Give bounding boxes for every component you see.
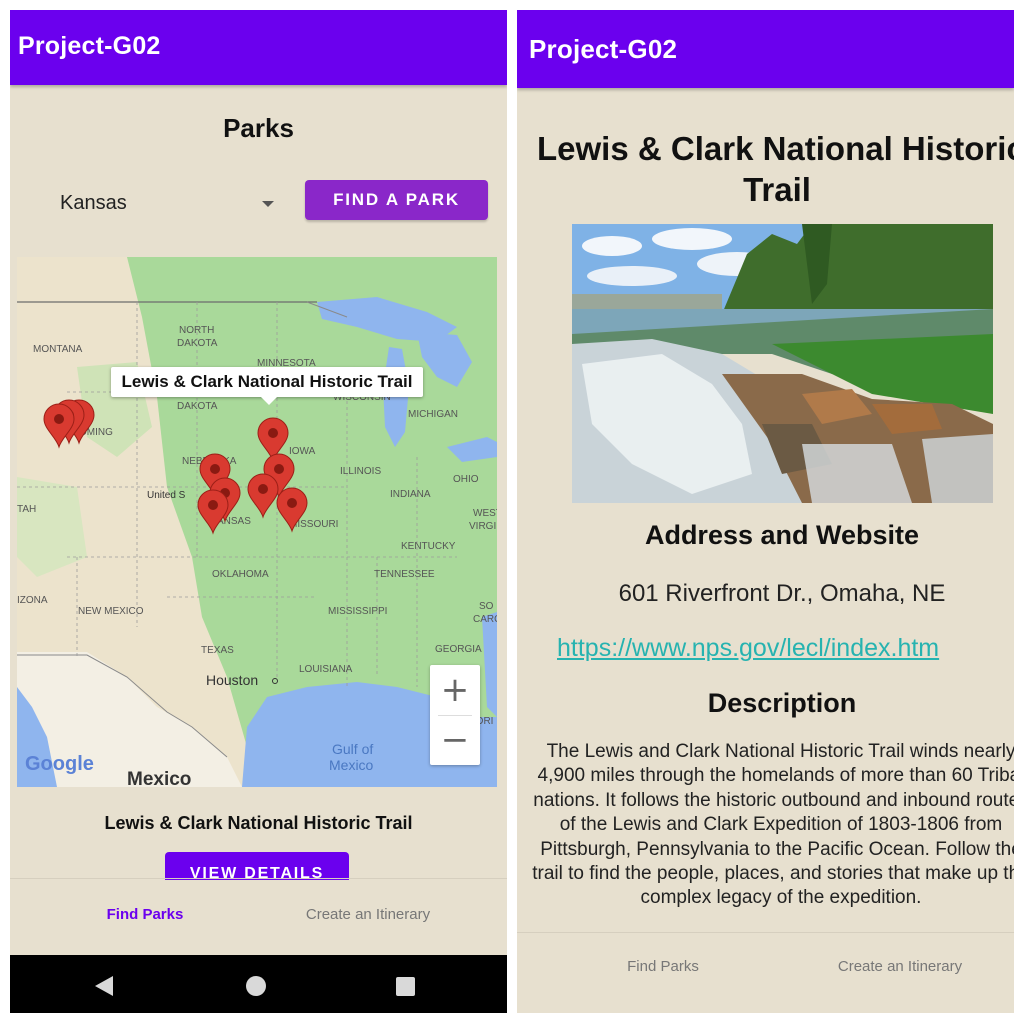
map-label-kentucky: KENTUCKY	[401, 541, 456, 552]
app-title: Project-G02	[529, 34, 678, 64]
view-details-button[interactable]: VIEW DETAILS	[165, 852, 349, 880]
park-title: Lewis & Clark National Historic Trail	[537, 128, 1014, 210]
nav-create-itinerary[interactable]: Create an Itinerary	[283, 906, 453, 923]
park-title-line1: Lewis & Clark National Historic	[537, 130, 1014, 167]
map-label-arizona: IZONA	[17, 595, 48, 606]
description-heading: Description	[707, 688, 857, 718]
park-title-line2: Trail	[743, 171, 811, 208]
nav-create-itinerary[interactable]: Create an Itinerary	[815, 958, 985, 975]
map-label-iowa: IOWA	[289, 446, 316, 457]
page-title: Parks	[223, 113, 294, 143]
map-label-houston: Houston	[206, 672, 258, 688]
map-label-west-virginia-2: VIRGI	[469, 521, 496, 532]
map-label-north-dakota-2: DAKOTA	[177, 338, 218, 349]
app-bar: Project-G02	[517, 10, 1014, 88]
map-label-georgia: GEORGIA	[435, 644, 482, 655]
map-label-new-mexico: NEW MEXICO	[78, 606, 144, 617]
map-label-oklahoma: OKLAHOMA	[212, 569, 269, 580]
park-description: The Lewis and Clark National Historic Tr…	[532, 741, 1014, 909]
nav-find-parks[interactable]: Find Parks	[95, 906, 195, 923]
map-label-mississippi: MISSISSIPPI	[328, 606, 387, 617]
map-label-united-states: United S	[147, 490, 186, 501]
phone-screen-park-details: Project-G02 Lewis & Clark National Histo…	[517, 10, 1014, 1013]
map-label-gulf: Gulf of	[332, 741, 373, 757]
nav-find-parks[interactable]: Find Parks	[613, 958, 713, 975]
map-label-west-virginia: WEST	[473, 508, 497, 519]
app-bar: Project-G02	[10, 10, 507, 85]
view-details-clip: VIEW DETAILS	[165, 852, 349, 880]
map-zoom-control: + −	[430, 665, 480, 765]
google-logo: Google	[25, 753, 94, 775]
map-info-window[interactable]: Lewis & Clark National Historic Trail	[111, 367, 423, 405]
map-label-louisiana: LOUISIANA	[299, 664, 353, 675]
selected-park-name: Lewis & Clark National Historic Trail	[104, 813, 413, 833]
map-label-michigan: MICHIGAN	[408, 409, 458, 420]
dropdown-arrow-icon	[262, 201, 274, 207]
nav-divider	[517, 932, 1014, 933]
map-label-mexico: Mexico	[127, 769, 191, 787]
park-website-link[interactable]: https://www.nps.gov/lecl/index.htm	[557, 634, 939, 663]
map-label-dakota: DAKOTA	[177, 401, 218, 412]
map-label-south-carolina: SO	[479, 601, 494, 612]
zoom-out-button[interactable]: −	[430, 715, 480, 765]
find-park-button[interactable]: FIND A PARK	[305, 180, 488, 220]
state-dropdown[interactable]: Kansas	[50, 188, 280, 222]
phone-screen-parks: Project-G02 Parks Kansas FIND A PARK MON…	[10, 10, 507, 1013]
map-label-tennessee: TENNESSEE	[374, 569, 435, 580]
zoom-in-button[interactable]: +	[430, 665, 480, 715]
map-label-gulf-2: Mexico	[329, 757, 374, 773]
back-icon[interactable]	[95, 976, 113, 996]
address-heading: Address and Website	[644, 520, 920, 550]
map-label-utah: TAH	[17, 504, 36, 515]
map-view[interactable]: MONTANA NORTH DAKOTA MINNESOTA DAKOTA WI…	[17, 257, 497, 787]
state-dropdown-value: Kansas	[60, 192, 127, 214]
recents-icon[interactable]	[396, 977, 415, 996]
park-photo	[572, 224, 993, 503]
map-label-ohio: OHIO	[453, 474, 479, 485]
system-nav-bar	[10, 955, 507, 1013]
map-label-montana: MONTANA	[33, 344, 83, 355]
app-title: Project-G02	[18, 32, 161, 60]
map-label-south-carolina-2: CARO	[473, 614, 497, 625]
home-icon[interactable]	[246, 976, 266, 996]
map-label-texas: TEXAS	[201, 645, 234, 656]
map-label-illinois: ILLINOIS	[340, 466, 381, 477]
park-address: 601 Riverfront Dr., Omaha, NE	[618, 580, 946, 607]
map-label-indiana: INDIANA	[390, 489, 431, 500]
map-label-north-dakota: NORTH	[179, 325, 214, 336]
nav-divider	[10, 878, 507, 879]
